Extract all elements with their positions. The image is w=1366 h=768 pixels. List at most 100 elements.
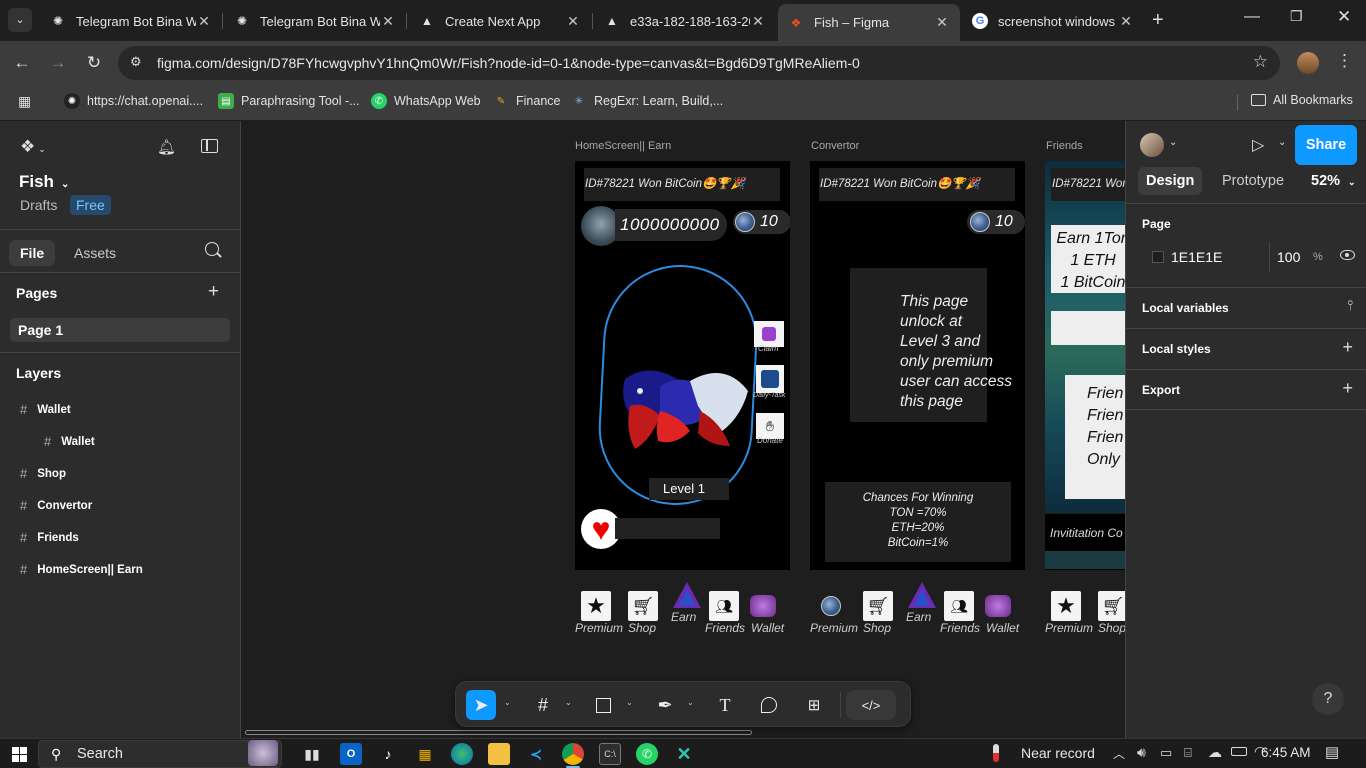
- xampp-icon[interactable]: ✕: [673, 743, 695, 765]
- browser-tab[interactable]: G screenshot windows - ✕: [962, 6, 1144, 36]
- task-view-icon[interactable]: ▮▮: [301, 743, 323, 765]
- menu-kebab-icon[interactable]: ⋮: [1336, 51, 1353, 71]
- file-explorer-icon[interactable]: [488, 743, 510, 765]
- add-export-icon[interactable]: +: [1342, 378, 1353, 399]
- outlook-icon[interactable]: O: [340, 743, 362, 765]
- minimize-icon[interactable]: —: [1244, 8, 1260, 26]
- back-icon[interactable]: ←: [10, 51, 34, 75]
- premium-star-icon[interactable]: ★: [581, 591, 611, 621]
- close-tab-icon[interactable]: ✕: [1118, 13, 1134, 30]
- color-swatch[interactable]: [1152, 251, 1164, 263]
- share-button[interactable]: Share: [1295, 125, 1357, 165]
- canvas-horizontal-scrollbar[interactable]: [245, 730, 752, 735]
- page-color-field[interactable]: 1E1E1E: [1146, 242, 1266, 272]
- close-tab-icon[interactable]: ✕: [196, 13, 212, 30]
- local-variables-section[interactable]: Local variables ⫯: [1126, 287, 1366, 328]
- address-bar[interactable]: ⚙ figma.com/design/D78FYhcwgvphvY1hnQm0W…: [118, 46, 1280, 80]
- all-bookmarks-button[interactable]: All Bookmarks: [1251, 93, 1353, 107]
- weather-thermometer-icon[interactable]: [993, 744, 999, 762]
- layer-wallet-child[interactable]: # Wallet: [44, 434, 95, 449]
- page-item-page-1[interactable]: Page 1: [10, 318, 230, 342]
- display-icon[interactable]: ▭: [1160, 745, 1172, 761]
- actions-tool-icon[interactable]: ⊞: [799, 690, 829, 720]
- browser-tab[interactable]: ✺ Telegram Bot Bina We ✕: [224, 6, 406, 36]
- clock[interactable]: 6:45 AM: [1261, 745, 1311, 760]
- browser-tab-active[interactable]: ❖ Fish – Figma ✕: [778, 4, 960, 41]
- frame-label-home[interactable]: HomeScreen|| Earn: [575, 140, 671, 152]
- microsoft-store-icon[interactable]: ▦: [414, 743, 436, 765]
- earn-pyramid-icon[interactable]: [907, 581, 937, 609]
- frame-convertor[interactable]: ID#78221 Won BitCoin🤩🏆🎉 10 This page unl…: [810, 161, 1025, 570]
- visibility-eye-icon[interactable]: [1340, 250, 1355, 260]
- onedrive-cloud-icon[interactable]: ☁: [1208, 744, 1222, 761]
- zoom-level[interactable]: 52% ⌄: [1311, 173, 1356, 189]
- browser-tab[interactable]: ▲ Create Next App ✕: [409, 6, 591, 36]
- tiktok-icon[interactable]: ♪: [377, 743, 399, 765]
- close-tab-icon[interactable]: ✕: [380, 13, 396, 30]
- export-section[interactable]: Export +: [1126, 369, 1366, 410]
- daily-task-button[interactable]: [756, 365, 784, 393]
- add-page-icon[interactable]: +: [208, 281, 219, 303]
- bookmark-item[interactable]: ▤ Paraphrasing Tool -...: [218, 93, 360, 109]
- battery-icon[interactable]: [1231, 747, 1247, 756]
- rectangle-tool-icon[interactable]: [588, 690, 618, 720]
- frame-tool-icon[interactable]: #: [528, 690, 558, 720]
- tray-chevron-up-icon[interactable]: ︿: [1113, 745, 1125, 762]
- whatsapp-icon[interactable]: ✆: [636, 743, 658, 765]
- chrome-icon[interactable]: [562, 743, 584, 765]
- forward-icon[interactable]: →: [46, 51, 70, 75]
- help-button[interactable]: ?: [1312, 683, 1344, 715]
- dev-mode-icon[interactable]: </>: [846, 690, 896, 720]
- bookmark-item[interactable]: ✎ Finance: [493, 93, 561, 109]
- chevron-down-icon[interactable]: ⌄: [1278, 137, 1286, 148]
- bookmark-star-icon[interactable]: ☆: [1253, 52, 1268, 72]
- site-info-icon[interactable]: ⚙: [130, 54, 142, 70]
- wallet-icon[interactable]: [985, 595, 1011, 617]
- premium-star-icon[interactable]: ★: [1051, 591, 1081, 621]
- local-styles-section[interactable]: Local styles +: [1126, 328, 1366, 369]
- shop-cart-icon[interactable]: 🛒︎: [628, 591, 658, 621]
- page-opacity-field[interactable]: 100 %: [1269, 242, 1323, 272]
- close-window-icon[interactable]: ✕: [1337, 7, 1351, 27]
- layer-shop[interactable]: # Shop: [20, 466, 66, 481]
- drafts-label[interactable]: Drafts: [20, 197, 57, 213]
- network-icon[interactable]: ⌸: [1184, 745, 1192, 761]
- comment-tool-icon[interactable]: [754, 690, 784, 720]
- taskbar-search-box[interactable]: ⚲ Search: [38, 740, 282, 768]
- close-tab-icon[interactable]: ✕: [934, 14, 950, 31]
- url-text[interactable]: figma.com/design/D78FYhcwgvphvY1hnQm0Wr/…: [157, 55, 860, 71]
- volume-icon[interactable]: 🔊︎: [1137, 744, 1146, 761]
- browser-tab[interactable]: ▲ e33a-182-188-163-20 ✕: [594, 6, 776, 36]
- chevron-down-icon[interactable]: ⌄: [626, 698, 633, 707]
- tab-file[interactable]: File: [9, 240, 56, 266]
- frame-label-friends[interactable]: Friends: [1046, 140, 1083, 152]
- chevron-down-icon[interactable]: ⌄: [504, 698, 511, 707]
- tab-prototype[interactable]: Prototype: [1222, 173, 1284, 189]
- chevron-down-icon[interactable]: ⌄: [565, 698, 572, 707]
- weather-text[interactable]: Near record: [1021, 745, 1095, 761]
- chevron-down-icon[interactable]: ⌄: [1169, 137, 1177, 148]
- friends-icon[interactable]: 👥︎: [709, 591, 739, 621]
- coin-icon[interactable]: [821, 596, 841, 616]
- bookmark-item[interactable]: ✺ https://chat.openai....: [64, 93, 203, 109]
- apps-grid-icon[interactable]: ▦: [18, 93, 31, 110]
- close-tab-icon[interactable]: ✕: [565, 13, 581, 30]
- earn-pyramid-icon[interactable]: [672, 581, 702, 609]
- edge-icon[interactable]: [451, 743, 473, 765]
- frame-homescreen-earn[interactable]: ID#78221 Won BitCoin🤩🏆🎉 1000000000 10 Cl…: [575, 161, 790, 570]
- figma-menu-icon[interactable]: ❖ ⌄: [20, 137, 46, 157]
- new-tab-icon[interactable]: +: [1152, 9, 1164, 32]
- tab-search-button[interactable]: ⌄: [8, 8, 32, 32]
- toggle-sidebar-icon[interactable]: [201, 139, 218, 153]
- notifications-bell-icon[interactable]: 🔔︎: [157, 138, 176, 156]
- vscode-icon[interactable]: ≺: [525, 743, 547, 765]
- text-tool-icon[interactable]: T: [710, 690, 740, 720]
- restore-icon[interactable]: ❐: [1290, 8, 1303, 25]
- present-play-icon[interactable]: ▷: [1252, 135, 1264, 155]
- pen-tool-icon[interactable]: ✒: [650, 690, 680, 720]
- windows-start-icon[interactable]: [8, 743, 30, 765]
- profile-avatar[interactable]: [1297, 52, 1319, 74]
- frame-friends[interactable]: ID#78221 Won Earn 1Ton 1 ETH 1 BitCoin F…: [1045, 161, 1125, 513]
- terminal-icon[interactable]: C:\: [599, 743, 621, 765]
- layer-homescreen-earn[interactable]: # HomeScreen|| Earn: [20, 562, 143, 577]
